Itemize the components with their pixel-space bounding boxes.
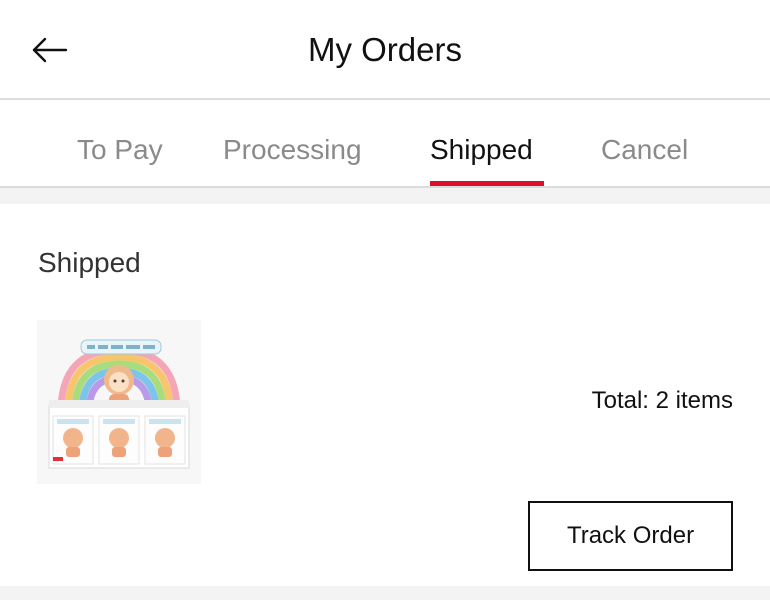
page-title: My Orders [307, 31, 462, 68]
tab-to-pay[interactable]: To Pay [77, 132, 163, 168]
section-divider [0, 188, 770, 204]
product-thumbnail[interactable] [37, 320, 201, 484]
active-tab-indicator [430, 181, 544, 186]
order-total-items: Total: 2 items [591, 387, 733, 414]
tab-cancel[interactable]: Cancel [601, 132, 688, 168]
tab-processing[interactable]: Processing [223, 132, 362, 168]
tab-shipped[interactable]: Shipped [430, 132, 533, 168]
track-order-button[interactable]: Track Order [528, 501, 733, 571]
header-bar: My Orders [0, 0, 770, 100]
order-card[interactable]: Shipped Total: 2 items Track Order [0, 204, 770, 586]
bottom-divider [0, 586, 770, 600]
order-status-tabs: To Pay Processing Shipped Cancel [0, 100, 770, 188]
blind-box-display-image [37, 320, 201, 484]
order-status-label: Shipped [38, 247, 141, 278]
